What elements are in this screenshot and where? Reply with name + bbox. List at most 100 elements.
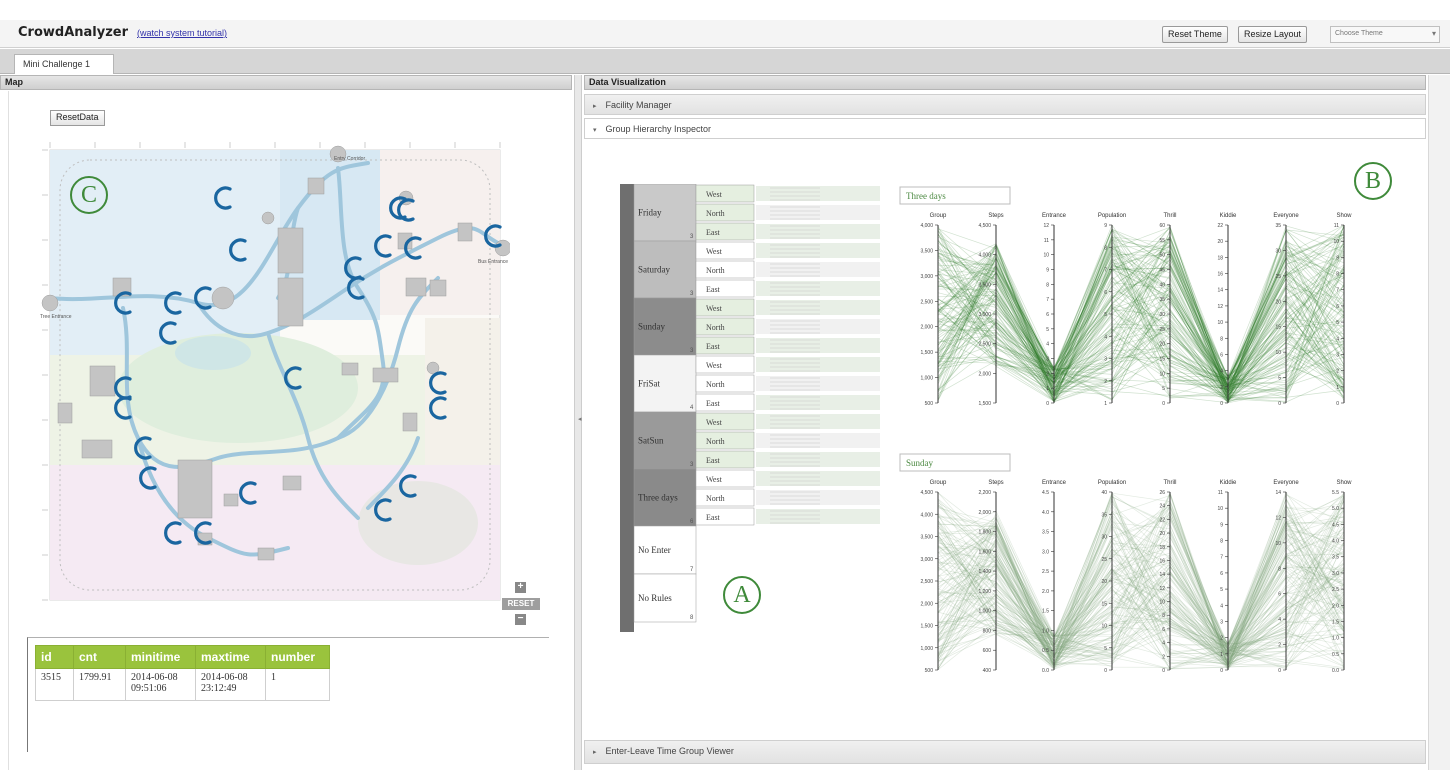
tick-label: 40 [1159, 282, 1165, 288]
column-header-id[interactable]: id [35, 645, 74, 669]
tick-label: 4 [1104, 334, 1107, 340]
section-enter-leave-time-group-viewer[interactable]: ▸ Enter-Leave Time Group Viewer [584, 740, 1426, 764]
tick-label: 1.0 [1332, 636, 1339, 642]
tick-label: 3,000 [920, 557, 933, 563]
group-name: FriSat [638, 379, 661, 389]
hierarchy-subgroup[interactable]: West [695, 298, 880, 317]
tick-label: 30 [1159, 312, 1165, 318]
hierarchy-subgroup[interactable]: West [695, 412, 880, 431]
tick-label: 12 [1217, 304, 1223, 310]
group-name: SatSun [638, 436, 664, 446]
reset-data-button[interactable]: ResetData [50, 110, 105, 126]
tutorial-link[interactable]: (watch system tutorial) [137, 28, 227, 38]
tick-label: 1.5 [1042, 609, 1049, 615]
tick-label: 4,000 [920, 512, 933, 518]
axis-name: Thrill [1164, 213, 1177, 219]
group-hierarchy-tree[interactable]: Friday3WestNorthEastSaturday3WestNorthEa… [620, 184, 882, 634]
reset-theme-button[interactable]: Reset Theme [1162, 26, 1228, 43]
tick-label: 6 [1336, 304, 1339, 310]
hierarchy-group[interactable]: Three days6WestNorthEast [633, 468, 880, 527]
column-header-maxtime[interactable]: maxtime [195, 645, 266, 669]
tick-label: 0 [1046, 401, 1049, 407]
tick-label: 2 [1046, 371, 1049, 377]
hierarchy-group[interactable]: Saturday3WestNorthEast [633, 240, 880, 299]
axis-name: Entrance [1042, 213, 1067, 219]
tick-label: 6 [1046, 312, 1049, 318]
hierarchy-subgroup[interactable]: East [695, 336, 880, 355]
hierarchy-subgroup[interactable]: West [695, 355, 880, 374]
axis-name: Steps [988, 213, 1003, 219]
hierarchy-group[interactable]: Sunday3WestNorthEast [633, 297, 880, 356]
hierarchy-group[interactable]: Friday3WestNorthEast [633, 184, 880, 242]
subgroup-name: North [706, 437, 725, 446]
tick-label: 0 [1278, 668, 1281, 674]
choose-theme-select[interactable]: Choose Theme ▾ [1330, 26, 1440, 43]
chevron-down-icon: ▾ [593, 127, 597, 134]
tick-label: 3.5 [1042, 530, 1049, 536]
hierarchy-subgroup[interactable]: North [695, 203, 880, 222]
tick-label: 35 [1101, 512, 1107, 518]
tick-label: 0 [1104, 668, 1107, 674]
cell-cnt: 1799.91 [73, 668, 126, 701]
hierarchy-group[interactable]: SatSun3WestNorthEast [633, 411, 880, 470]
tick-label: 14 [1217, 288, 1223, 294]
parallel-coordinates-three-days[interactable]: Three daysGroup5001,0001,5002,0002,5003,… [898, 185, 1368, 410]
hierarchy-subgroup[interactable]: North [695, 317, 880, 336]
subgroup-name: East [706, 513, 721, 522]
subgroup-name: West [706, 247, 723, 256]
tick-label: 500 [925, 668, 934, 674]
tick-label: 2 [1220, 385, 1223, 391]
group-name: No Enter [638, 545, 671, 555]
tick-label: 9 [1104, 223, 1107, 229]
hierarchy-subgroup[interactable]: North [695, 374, 880, 393]
hierarchy-subgroup[interactable]: East [695, 222, 880, 241]
hierarchy-subgroup[interactable]: West [695, 241, 880, 260]
hierarchy-subgroup[interactable]: North [695, 431, 880, 450]
hierarchy-group[interactable]: No Rules8 [633, 573, 697, 623]
hierarchy-subgroup[interactable]: West [695, 184, 880, 203]
hierarchy-subgroup[interactable]: North [695, 488, 880, 507]
parallel-coordinates-sunday[interactable]: SundayGroup5001,0001,5002,0002,5003,0003… [898, 452, 1368, 682]
hierarchy-group[interactable]: No Enter7 [633, 525, 697, 575]
hierarchy-subgroup[interactable]: North [695, 260, 880, 279]
tick-label: 1,200 [978, 589, 991, 595]
tick-label: 3,500 [978, 282, 991, 288]
tick-label: 30 [1275, 248, 1281, 254]
group-name: Three days [638, 493, 678, 503]
tick-label: 500 [925, 401, 934, 407]
section-group-hierarchy-inspector[interactable]: ▾ Group Hierarchy Inspector [584, 118, 1426, 139]
hierarchy-subgroup[interactable]: East [695, 450, 880, 469]
tick-label: 0 [1162, 401, 1165, 407]
tick-label: 0 [1336, 401, 1339, 407]
column-header-minitime[interactable]: minitime [125, 645, 196, 669]
zoom-in-button[interactable]: + [515, 582, 526, 593]
tick-label: 0.5 [1332, 652, 1339, 658]
zoom-reset-button[interactable]: RESET [502, 598, 540, 610]
tick-label: 14 [1159, 572, 1165, 578]
tick-label: 1,800 [978, 530, 991, 536]
subgroup-name: East [706, 285, 721, 294]
tick-label: 3 [1220, 619, 1223, 625]
tick-label: 2,000 [978, 371, 991, 377]
tick-label: 55 [1159, 238, 1165, 244]
hierarchy-subgroup[interactable]: East [695, 393, 880, 412]
hierarchy-subgroup[interactable]: East [695, 279, 880, 298]
zoom-out-button[interactable]: − [515, 614, 526, 625]
group-name: Saturday [638, 265, 670, 275]
label-b: B [1354, 162, 1392, 200]
collapse-arrow-icon[interactable]: ◂ [578, 415, 582, 423]
resize-layout-button[interactable]: Resize Layout [1238, 26, 1308, 43]
section-facility-manager[interactable]: ▸ Facility Manager [584, 94, 1426, 115]
tick-label: 2 [1220, 636, 1223, 642]
column-header-cnt[interactable]: cnt [73, 645, 126, 669]
column-header-number[interactable]: number [265, 645, 330, 669]
hierarchy-subgroup[interactable]: West [695, 469, 880, 488]
hierarchy-subgroup[interactable]: East [695, 507, 880, 526]
tick-label: 5.0 [1332, 506, 1339, 512]
table-row[interactable]: 3515 1799.91 2014-06-08 09:51:06 2014-06… [35, 668, 330, 701]
park-map[interactable]: Entry Corridor Tree Entrance Bus Entranc… [38, 138, 510, 610]
hierarchy-group[interactable]: FriSat4WestNorthEast [633, 354, 880, 413]
tab-mini-challenge-1[interactable]: Mini Challenge 1 [14, 54, 114, 74]
app-header: CrowdAnalyzer (watch system tutorial) Re… [0, 20, 1450, 48]
section-label: Facility Manager [605, 100, 672, 110]
